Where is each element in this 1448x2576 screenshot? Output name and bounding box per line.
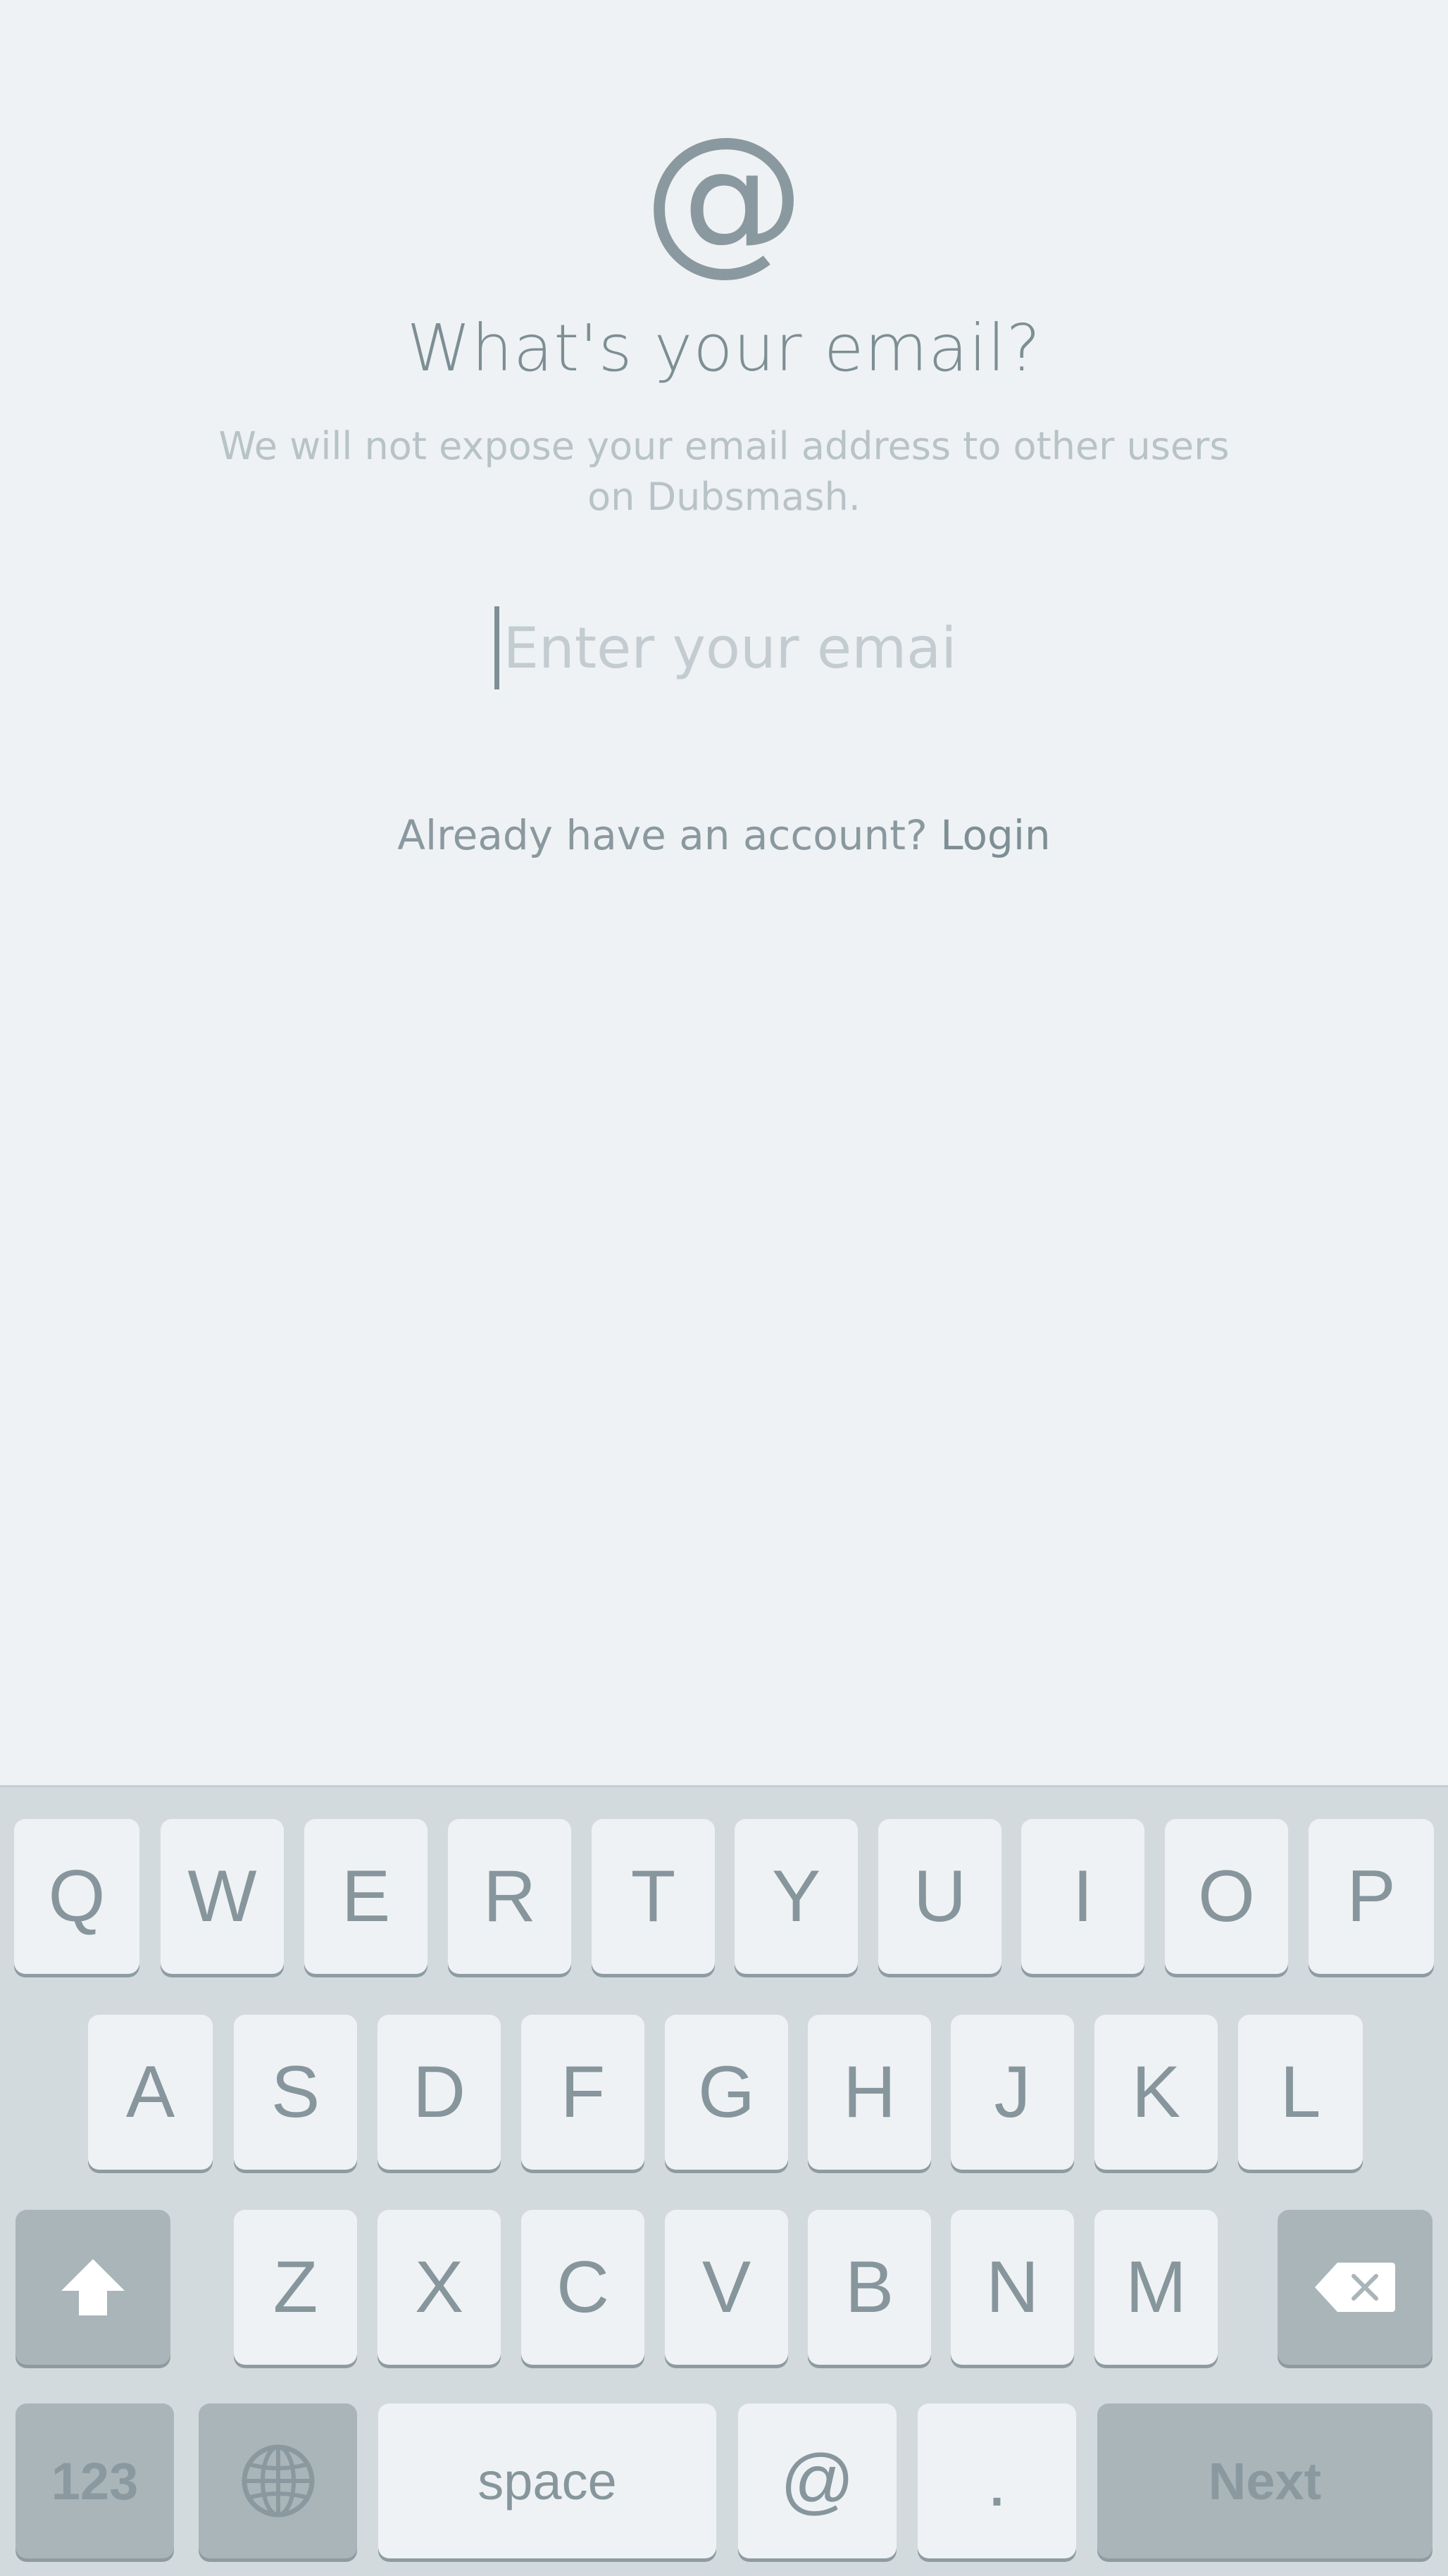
key-r[interactable]: R: [448, 1819, 571, 1974]
email-screen: @ What's your email? We will not expose …: [0, 0, 1448, 1785]
key-i[interactable]: I: [1021, 1819, 1144, 1974]
login-link[interactable]: Login: [940, 811, 1050, 859]
shift-key[interactable]: [15, 2210, 170, 2365]
key-d[interactable]: D: [377, 2015, 501, 2170]
text-caret: [494, 606, 499, 689]
key-f[interactable]: F: [521, 2015, 644, 2170]
key-n[interactable]: N: [951, 2210, 1074, 2365]
login-prompt: Already have an account?: [397, 811, 928, 859]
key-w[interactable]: W: [161, 1819, 284, 1974]
key-u[interactable]: U: [878, 1819, 1001, 1974]
at-sign-icon: @: [643, 103, 805, 291]
page-title: What's your email?: [406, 311, 1042, 386]
shift-icon: [61, 2259, 125, 2315]
email-field[interactable]: [423, 606, 1025, 690]
login-row: Already have an account? Login: [0, 808, 1448, 862]
next-key[interactable]: Next: [1097, 2403, 1433, 2558]
space-key[interactable]: space: [378, 2403, 716, 2558]
key-v[interactable]: V: [665, 2210, 788, 2365]
key-x[interactable]: X: [377, 2210, 501, 2365]
backspace-icon: [1315, 2263, 1395, 2312]
page-subtitle: We will not expose your email address to…: [218, 424, 1230, 519]
key-b[interactable]: B: [808, 2210, 931, 2365]
key-y[interactable]: Y: [735, 1819, 858, 1974]
numbers-key[interactable]: 123: [15, 2403, 174, 2558]
email-input[interactable]: [503, 615, 954, 681]
key-o[interactable]: O: [1165, 1819, 1288, 1974]
globe-key[interactable]: [199, 2403, 357, 2558]
key-c[interactable]: C: [521, 2210, 644, 2365]
key-h[interactable]: H: [808, 2015, 931, 2170]
keyboard: Q W E R T Y U I O P A S D F G H J K L Z …: [0, 1785, 1448, 2576]
key-q[interactable]: Q: [14, 1819, 139, 1974]
key-e[interactable]: E: [304, 1819, 427, 1974]
key-t[interactable]: T: [592, 1819, 715, 1974]
key-m[interactable]: M: [1094, 2210, 1218, 2365]
dot-key[interactable]: .: [918, 2403, 1076, 2558]
globe-icon: [242, 2444, 314, 2518]
delete-key[interactable]: [1278, 2210, 1433, 2365]
key-p[interactable]: P: [1309, 1819, 1434, 1974]
at-key[interactable]: @: [738, 2403, 897, 2558]
key-k[interactable]: K: [1094, 2015, 1218, 2170]
key-j[interactable]: J: [951, 2015, 1074, 2170]
key-s[interactable]: S: [234, 2015, 357, 2170]
key-a[interactable]: A: [88, 2015, 213, 2170]
key-l[interactable]: L: [1238, 2015, 1363, 2170]
key-g[interactable]: G: [665, 2015, 788, 2170]
key-z[interactable]: Z: [234, 2210, 357, 2365]
